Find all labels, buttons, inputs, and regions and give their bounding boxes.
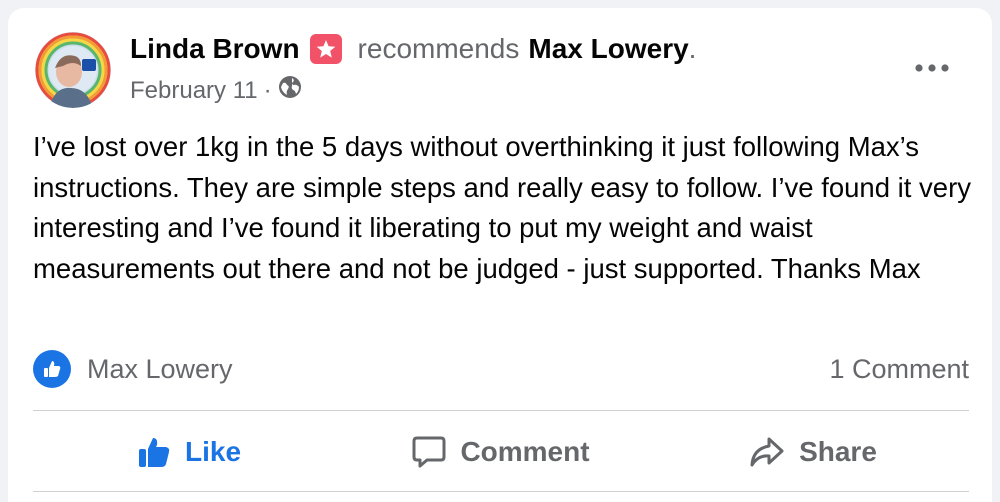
- recommends-text: recommends: [357, 33, 520, 64]
- post-body-text: I’ve lost over 1kg in the 5 days without…: [33, 131, 971, 284]
- author-name[interactable]: Linda Brown: [130, 33, 300, 65]
- post-meta: February 11 ·: [130, 75, 302, 106]
- author-avatar[interactable]: [35, 32, 111, 108]
- more-options-button[interactable]: [912, 55, 952, 81]
- post-date[interactable]: February 11: [130, 77, 258, 105]
- actions-divider: [33, 491, 969, 492]
- comment-count-link[interactable]: 1 Comment: [829, 354, 969, 385]
- reactor-name: Max Lowery: [87, 353, 233, 384]
- like-button[interactable]: Like: [33, 414, 345, 490]
- like-label: Like: [184, 436, 242, 467]
- reactions-summary[interactable]: Max Lowery: [33, 350, 233, 388]
- share-label: Share: [799, 436, 877, 467]
- post-header: Linda Brown recommends Max Lowery .: [130, 33, 696, 65]
- meta-separator: ·: [263, 76, 272, 104]
- star-badge-icon: [309, 34, 342, 64]
- comment-label: Comment: [460, 436, 590, 467]
- stats-divider: [33, 410, 969, 411]
- avatar-image: [35, 32, 111, 108]
- comment-button[interactable]: Comment: [345, 414, 657, 490]
- reaction-stats-bar: Max Lowery 1 Comment: [33, 346, 969, 392]
- recommended-page-link[interactable]: Max Lowery: [528, 33, 688, 65]
- more-dots-icon: [915, 64, 949, 72]
- thumbs-up-icon: [137, 435, 171, 469]
- speech-bubble-icon: [412, 435, 446, 469]
- header-period: .: [688, 33, 697, 64]
- share-arrow-icon: [749, 436, 785, 468]
- thumbs-up-icon: [33, 350, 71, 388]
- post-actions-bar: Like Comment Share: [33, 414, 969, 490]
- globe-icon[interactable]: [278, 75, 302, 106]
- share-button[interactable]: Share: [657, 414, 969, 490]
